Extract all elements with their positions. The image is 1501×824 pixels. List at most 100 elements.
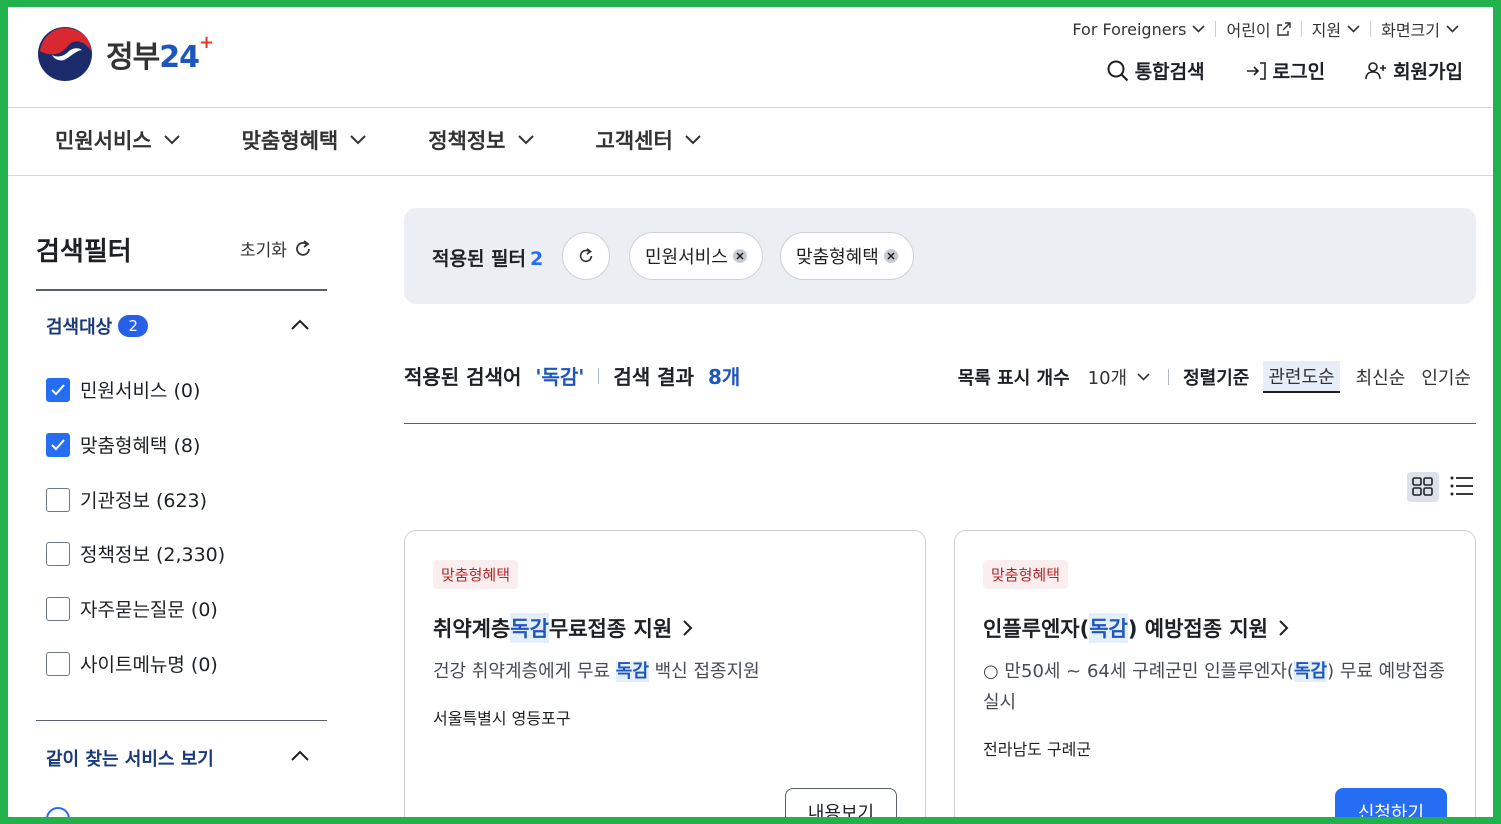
checkbox-faq[interactable]: 자주묻는질문 (0) [46,595,218,622]
results-summary: 적용된 검색어 '독감' 검색 결과 8개 [404,361,740,390]
list-view-icon[interactable] [1450,475,1474,497]
grid-icon [1412,477,1433,496]
card-organization: 전라남도 구례군 [983,740,1092,759]
login-icon [1246,61,1266,80]
chevron-down-icon [350,135,366,145]
card-title-link[interactable]: 취약계층 독감 무료접종 지원 [433,613,694,643]
card-description: ○ 만50세 ~ 64세 구례군민 인플루엔자(독감) 무료 예방접종 실시 [983,661,1445,713]
signup-button[interactable]: 회원가입 [1365,57,1463,84]
checkbox-label: 맞춤형혜택 (8) [80,435,201,457]
checkbox-label: 사이트메뉴명 (0) [80,654,218,676]
category-tag: 맞춤형혜택 [983,560,1069,589]
count-badge: 2 [118,315,149,337]
applied-filter-label: 적용된 필터 2 [432,248,544,270]
sort-relevance[interactable]: 관련도순 [1263,361,1340,393]
nav-divider [8,175,1493,176]
card-organization: 서울특별시 영등포구 [433,709,571,728]
integrated-search-button[interactable]: 통합검색 [1107,57,1205,84]
check-icon [51,438,65,450]
results-divider [404,423,1476,424]
support-menu[interactable]: 지원 [1302,17,1370,41]
checkbox-custom-benefits[interactable]: 맞춤형혜택 (8) [46,431,200,458]
view-details-button[interactable]: 내용보기 [785,788,897,817]
kids-link[interactable]: 어린이 [1216,17,1300,41]
close-circle-icon[interactable] [883,248,899,264]
filter-refresh-button[interactable] [562,232,610,280]
chevron-right-icon [1279,620,1289,636]
applied-filter-bar: 적용된 필터 2 민원서비스 맞춤형혜택 [404,208,1476,304]
close-circle-icon[interactable] [732,248,748,264]
filter-title: 검색필터 [36,237,132,267]
filter-reset-button[interactable]: 초기화 [240,236,313,261]
government-emblem-icon [38,27,92,81]
checkbox-label: 민원서비스 (0) [80,380,201,402]
apply-button[interactable]: 신청하기 [1335,788,1447,817]
screen-size-menu[interactable]: 화면크기 [1371,17,1469,41]
checkbox[interactable] [46,377,70,402]
chevron-down-icon [163,135,180,145]
external-link-icon [1276,22,1291,36]
search-keyword: '독감' [535,365,585,389]
checkbox[interactable] [46,487,70,512]
filter-divider [36,720,327,721]
check-icon [51,383,65,395]
chevron-down-icon [1192,25,1206,33]
filter-chip-civil-service[interactable]: 민원서비스 [629,232,763,280]
divider [1168,369,1170,385]
filter-chip-custom-benefits[interactable]: 맞춤형혜택 [780,232,914,280]
checkbox-agency-info[interactable]: 기관정보 (623) [46,486,207,513]
keyword-label: 적용된 검색어 [404,365,522,389]
nav-custom-benefits[interactable]: 맞춤형혜택 [242,125,367,155]
checkbox[interactable] [46,596,70,621]
chevron-up-icon[interactable] [290,748,310,762]
page: 정부24+ For Foreigners 어린이 지원 화면크기 통합검색 로그… [8,7,1493,817]
utility-nav: For Foreigners 어린이 지원 화면크기 [1062,17,1469,41]
chevron-down-icon [517,135,534,145]
divider [598,367,600,384]
sort-bar: 목록 표시 개수 10개 정렬기준 관련도순 최신순 인기순 [958,361,1471,393]
site-name: 정부24+ [106,32,214,75]
list-count-select[interactable]: 10개 [1088,364,1150,390]
chevron-up-icon[interactable] [290,317,310,331]
chevron-down-icon [1446,25,1459,33]
chevron-down-icon [1137,373,1150,381]
sort-latest[interactable]: 최신순 [1356,364,1406,390]
refresh-icon [579,248,593,263]
sort-popular[interactable]: 인기순 [1421,364,1471,390]
checkbox[interactable] [46,541,70,566]
main-nav: 민원서비스 맞춤형혜택 정책정보 고객센터 [55,125,763,155]
list-count-label: 목록 표시 개수 [957,368,1070,389]
chevron-down-icon [685,135,701,145]
chevron-right-icon [683,620,693,636]
card-description: 건강 취약계층에게 무료 독감 백신 접종지원 [433,661,760,682]
category-tag: 맞춤형혜택 [433,560,519,589]
grid-view-button[interactable] [1407,472,1439,502]
site-logo[interactable]: 정부24+ [36,25,214,83]
nav-civil-service[interactable]: 민원서비스 [55,125,180,155]
result-card: 맞춤형혜택 인플루엔자(독감) 예방접종 지원 ○ 만50세 ~ 64세 구례군… [954,530,1476,817]
checkbox-civil-service[interactable]: 민원서비스 (0) [46,376,200,403]
header-actions: 통합검색 로그인 회원가입 [1067,57,1463,84]
checkbox-label: 정책정보 (2,330) [80,544,226,566]
checkbox[interactable] [46,432,70,457]
checkbox-site-menu[interactable]: 사이트메뉴명 (0) [46,650,218,677]
sort-label: 정렬기준 [1183,368,1250,389]
for-foreigners-menu[interactable]: For Foreigners [1062,20,1215,39]
chevron-down-icon [1347,25,1360,33]
checkbox[interactable] [46,651,70,676]
result-count-label: 검색 결과 [613,365,694,389]
refresh-icon [296,239,310,256]
checkbox-policy-info[interactable]: 정책정보 (2,330) [46,540,225,567]
nav-customer-center[interactable]: 고객센터 [596,125,701,155]
checkbox-label: 기관정보 (623) [80,490,208,512]
user-add-icon [1365,61,1387,79]
result-card: 맞춤형혜택 취약계층 독감 무료접종 지원 건강 취약계층에게 무료 독감 백신… [404,530,926,817]
card-title-link[interactable]: 인플루엔자(독감) 예방접종 지원 [983,613,1290,643]
login-button[interactable]: 로그인 [1245,57,1325,84]
radio-option[interactable] [46,807,70,817]
search-icon [1107,60,1128,81]
search-target-header[interactable]: 검색대상 2 [46,313,149,339]
nav-policy-info[interactable]: 정책정보 [428,125,534,155]
checkbox-label: 자주묻는질문 (0) [80,599,218,621]
related-services-header[interactable]: 같이 찾는 서비스 보기 [46,745,214,771]
